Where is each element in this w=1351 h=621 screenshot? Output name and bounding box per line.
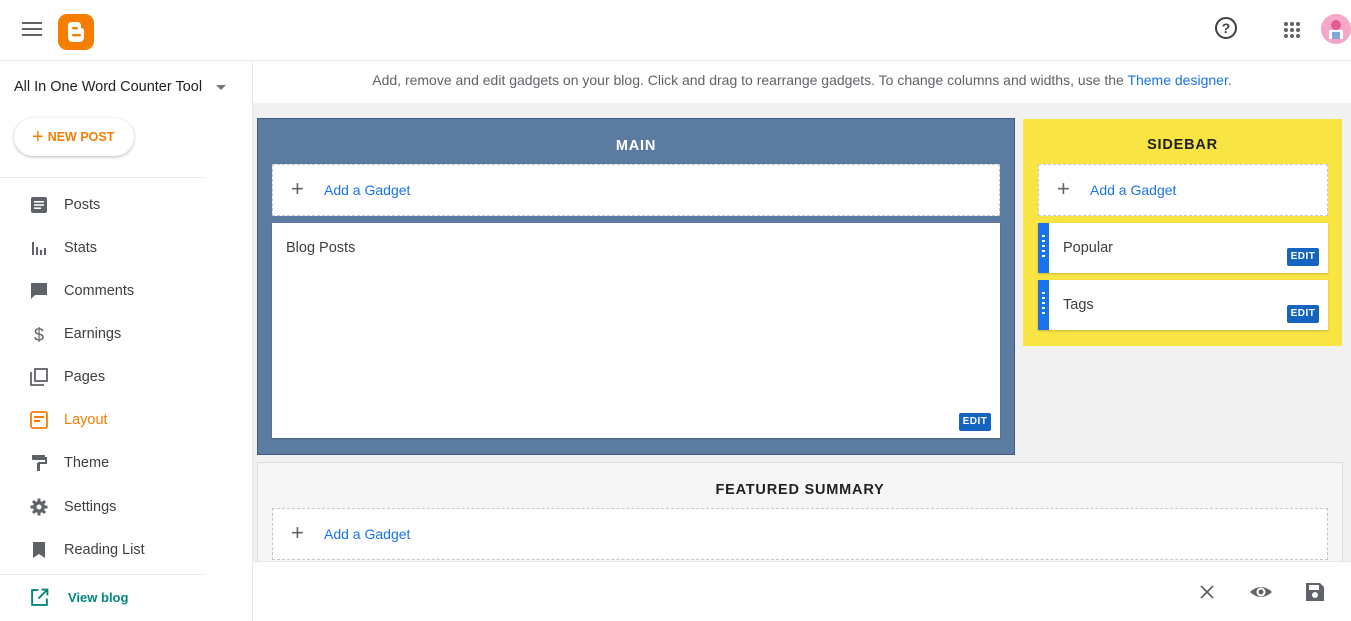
eye-icon[interactable] [1249,580,1273,604]
divider [0,177,203,178]
save-icon[interactable] [1303,580,1327,604]
divider [0,574,203,575]
gadget-tags[interactable]: Tags EDIT [1038,280,1328,330]
add-gadget-sidebar[interactable]: + Add a Gadget [1038,164,1328,216]
sidebar-item-label: Reading List [64,542,145,558]
gadget-name: Popular [1063,240,1113,256]
theme-designer-link[interactable]: Theme designer [1127,72,1227,88]
add-gadget-main[interactable]: + Add a Gadget [272,164,1000,216]
blog-selector[interactable]: All In One Word Counter Tool [14,79,202,95]
avatar[interactable] [1321,14,1351,44]
sidebar-item-label: Pages [64,369,106,385]
sidebar-item-theme[interactable]: Theme [0,444,253,484]
drag-handle[interactable] [1038,223,1049,273]
sidebar-item-label: Theme [64,455,110,471]
view-blog-label: View blog [68,590,129,605]
blogger-logo-icon[interactable] [58,14,94,50]
pages-icon [30,368,48,386]
external-link-icon [31,588,49,606]
layout-editor: Add, remove and edit gadgets on your blo… [253,61,1351,561]
stats-icon [32,242,46,255]
plus-icon: + [291,176,304,201]
edit-button[interactable]: EDIT [1287,305,1319,323]
reading-list-icon [33,542,45,558]
sidebar-item-reading-list[interactable]: Reading List [0,531,253,571]
comments-icon [31,283,47,299]
info-text: Add, remove and edit gadgets on your blo… [372,72,1128,88]
gadget-name: Blog Posts [286,240,356,256]
sidebar-item-label: Comments [64,283,135,299]
sidebar-item-label: Earnings [64,326,122,342]
add-gadget-label: Add a Gadget [1090,182,1177,198]
chevron-down-icon[interactable] [216,85,226,90]
layout-info-text: Add, remove and edit gadgets on your blo… [253,61,1351,103]
posts-icon [31,197,47,213]
main-title: MAIN [615,138,657,154]
sidebar-item-stats[interactable]: Stats [0,229,253,269]
featured-summary-title: FEATURED SUMMARY [715,482,885,498]
hamburger-icon[interactable] [22,22,42,38]
plus-icon: + [32,126,44,148]
add-gadget-featured[interactable]: + Add a Gadget [272,508,1328,560]
add-gadget-label: Add a Gadget [324,182,411,198]
edit-button[interactable]: EDIT [959,413,991,431]
sidebar-item-label: Layout [64,412,108,428]
top-bar: ? [0,0,1351,61]
sidebar-section: SIDEBAR + Add a Gadget Popular EDIT Tags… [1023,119,1342,346]
apps-grid-icon[interactable] [1284,22,1300,38]
drag-handle[interactable] [1038,280,1049,330]
add-gadget-label: Add a Gadget [324,526,411,542]
earnings-icon: $ [34,325,44,343]
info-suffix: . [1227,72,1232,88]
sidebar-item-label: Stats [64,240,98,256]
new-post-label: NEW POST [47,130,115,144]
sidebar-item-label: Settings [64,499,117,515]
featured-summary-section: FEATURED SUMMARY + Add a Gadget [257,462,1343,561]
sidebar: All In One Word Counter Tool + NEW POST P… [0,61,253,621]
sidebar-item-earnings[interactable]: $ Earnings [0,315,253,355]
edit-button[interactable]: EDIT [1287,248,1319,266]
sidebar-item-comments[interactable]: Comments [0,272,253,312]
theme-icon [32,455,47,471]
sidebar-title: SIDEBAR [1147,137,1218,153]
bottom-action-bar [253,561,1351,621]
main-section: MAIN + Add a Gadget Blog Posts EDIT [257,118,1015,455]
svg-text:$: $ [34,325,44,343]
gadget-name: Tags [1063,297,1094,313]
view-blog-link[interactable]: View blog [0,583,253,613]
plus-icon: + [1057,176,1070,201]
layout-icon [30,411,48,429]
close-icon[interactable] [1195,580,1219,604]
gadget-blog-posts[interactable]: Blog Posts EDIT [272,223,1000,438]
sidebar-item-layout[interactable]: Layout [0,401,253,441]
sidebar-item-settings[interactable]: Settings [0,488,253,528]
gadget-popular[interactable]: Popular EDIT [1038,223,1328,273]
settings-icon [30,498,48,516]
plus-icon: + [291,520,304,545]
sidebar-item-posts[interactable]: Posts [0,186,253,226]
sidebar-item-pages[interactable]: Pages [0,358,253,398]
sidebar-item-label: Posts [64,197,101,213]
help-icon[interactable]: ? [1215,17,1237,39]
new-post-button[interactable]: + NEW POST [14,118,134,156]
